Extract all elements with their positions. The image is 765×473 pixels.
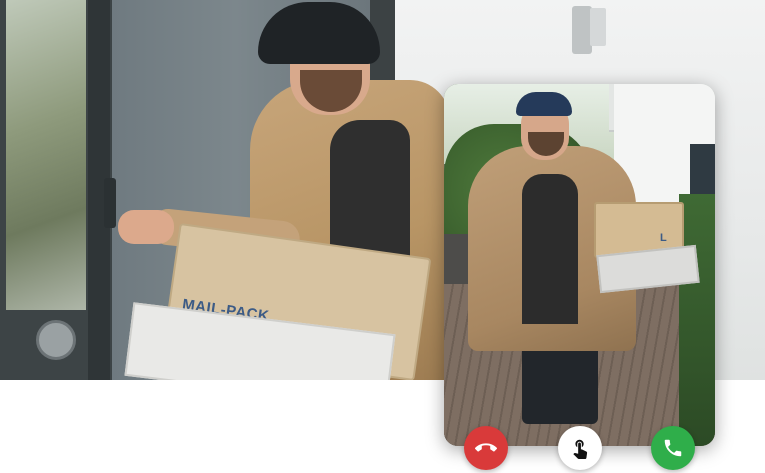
courier-hand: [118, 210, 174, 244]
doorbell-camera-preview: L: [444, 84, 715, 446]
wall-lamp: [572, 6, 606, 54]
phone-icon: [662, 437, 684, 459]
phone-hangup-icon: [475, 437, 497, 459]
touch-tap-icon: [569, 437, 591, 459]
video-doorbell: [104, 178, 116, 228]
side-window-glass: [6, 0, 86, 310]
preview-plants: [679, 194, 715, 446]
accept-call-button[interactable]: [651, 426, 695, 470]
preview-courier-cap: [516, 92, 572, 116]
preview-parcel-label: L: [660, 232, 667, 244]
open-door-button[interactable]: [558, 426, 602, 470]
preview-courier-shirt: [522, 174, 578, 324]
decline-call-button[interactable]: [464, 426, 508, 470]
door-keypad: [36, 320, 76, 360]
